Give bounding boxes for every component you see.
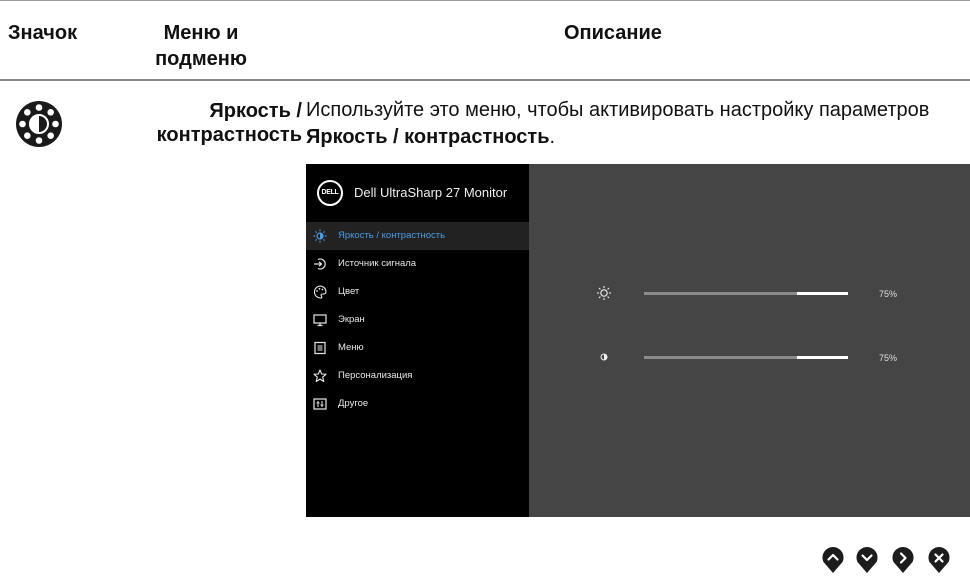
brightness-track-rest [797, 292, 848, 295]
chevron-up-icon[interactable] [821, 546, 845, 574]
contrast-track-fill [644, 356, 797, 359]
other-icon [313, 398, 327, 410]
row-menu-line1: Яркость / [209, 100, 302, 122]
top-rule [0, 0, 970, 1]
chevron-down-icon[interactable] [855, 546, 879, 574]
contrast-icon [600, 353, 608, 361]
dell-logo: DELL [317, 180, 343, 206]
osd-screen: DELL Dell UltraSharp 27 Monitor Яркость … [306, 164, 970, 517]
brightness-track-fill [644, 292, 797, 295]
header-rule [0, 79, 970, 81]
desc-bold: Яркость / контрастность [306, 126, 550, 148]
star-icon [313, 369, 327, 383]
brightness-track[interactable] [644, 292, 848, 295]
osd-menu-label: Другое [338, 398, 369, 409]
row-menu-name: Яркость / контрастность [112, 99, 302, 147]
header-icon: Значок [8, 22, 78, 44]
brightness-value: 75% [879, 289, 898, 299]
header-menu-line1: Меню и [163, 22, 239, 44]
osd-menu-label: Яркость / контрастность [338, 230, 446, 241]
row-description: Используйте это меню, чтобы активировать… [306, 97, 968, 151]
desc-text: Используйте это меню, чтобы активировать… [306, 99, 930, 121]
chevron-right-icon[interactable] [891, 546, 915, 574]
contrast-value: 75% [879, 353, 898, 363]
osd-menu-item-input-source[interactable]: Источник сигнала [306, 250, 529, 278]
osd-model-name: Dell UltraSharp 27 Monitor [354, 185, 508, 200]
osd-menu-panel: DELL Dell UltraSharp 27 Monitor Яркость … [306, 164, 529, 517]
osd-menu-item-display[interactable]: Экран [306, 306, 529, 334]
sun-icon [313, 229, 327, 243]
contrast-slider[interactable]: 75% [306, 349, 970, 369]
display-icon [313, 314, 327, 327]
close-icon[interactable] [927, 546, 951, 574]
osd-menu-label: Экран [338, 314, 365, 325]
sun-icon [597, 286, 611, 300]
header-menu: Меню и подменю [136, 20, 266, 72]
row-menu-line2: контрастность [156, 124, 302, 146]
brightness-slider[interactable]: 75% [306, 285, 970, 305]
input-source-icon [314, 258, 326, 270]
osd-menu-label: Персонализация [338, 370, 413, 381]
contrast-track[interactable] [644, 356, 848, 359]
brightness-contrast-icon [16, 101, 62, 147]
osd-menu-label: Источник сигнала [338, 258, 417, 269]
header-description: Описание [564, 22, 662, 44]
desc-end: . [549, 126, 556, 148]
osd-menu-item-other[interactable]: Другое [306, 390, 529, 418]
contrast-track-rest [797, 356, 848, 359]
header-menu-line2: подменю [155, 48, 247, 70]
osd-menu-item-brightness[interactable]: Яркость / контрастность [306, 222, 529, 250]
osd-header: DELL Dell UltraSharp 27 Monitor [306, 164, 529, 222]
